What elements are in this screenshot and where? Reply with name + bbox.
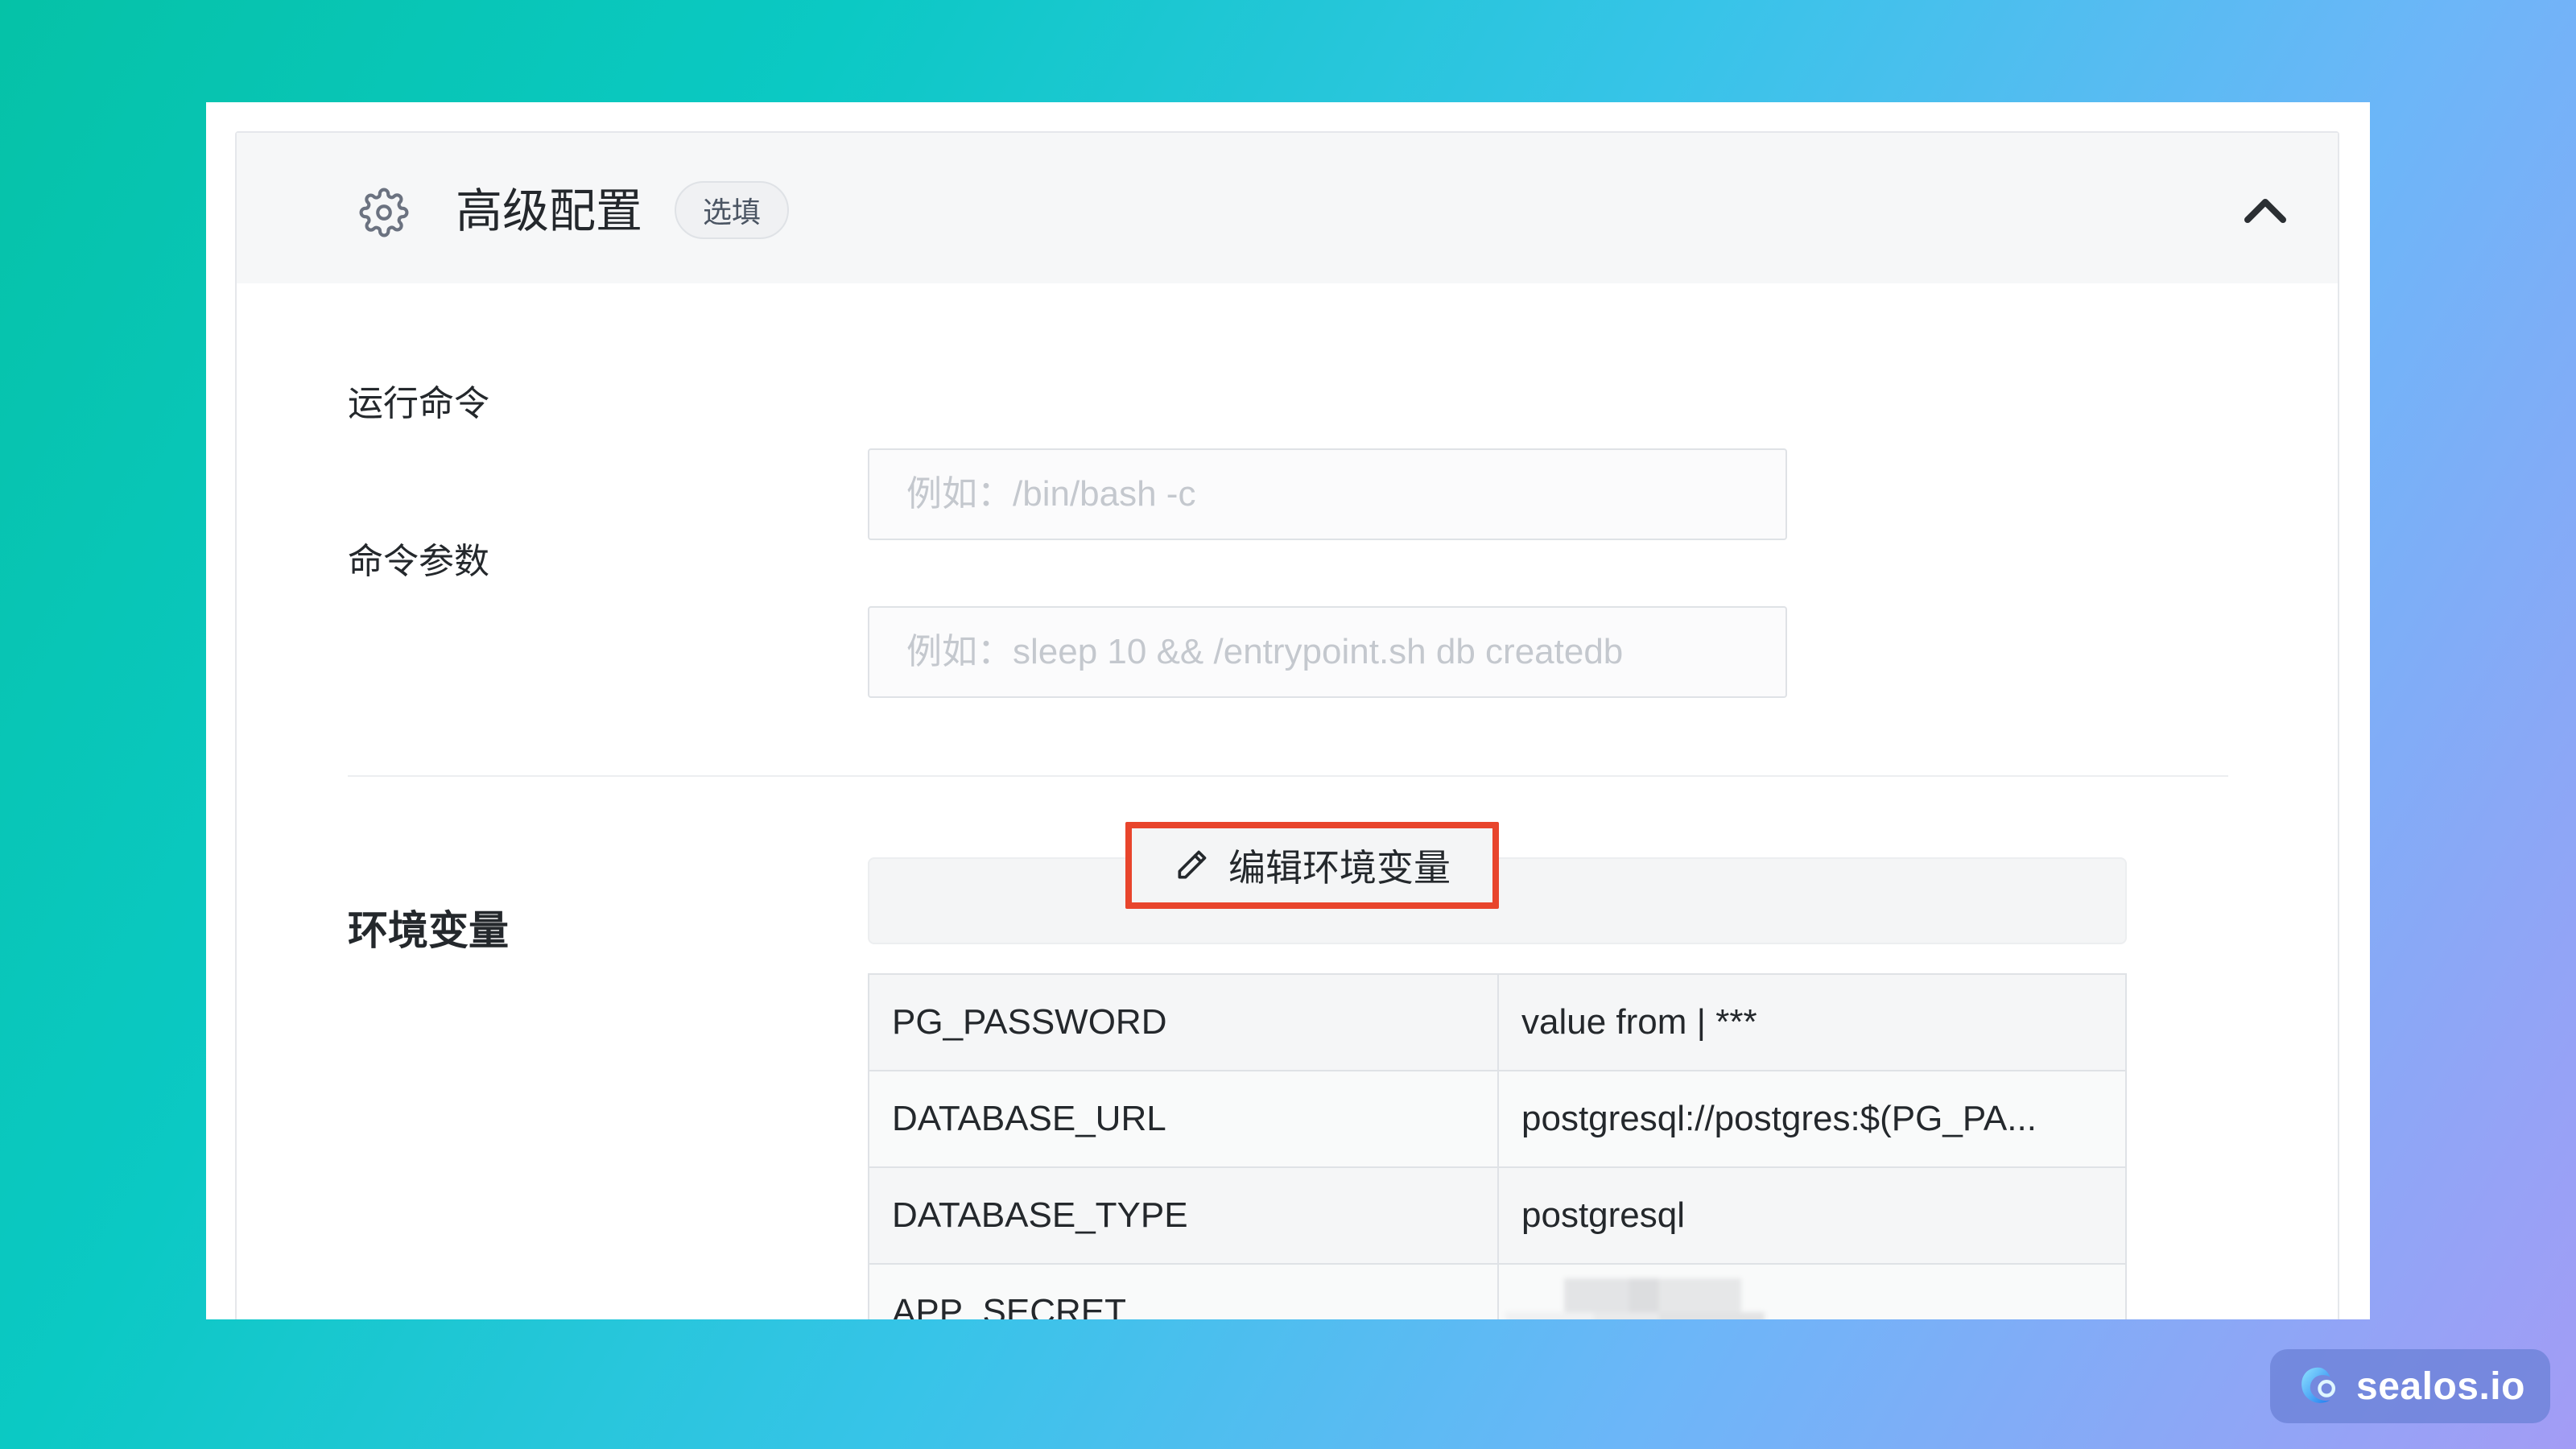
chevron-up-icon[interactable] bbox=[2233, 181, 2297, 237]
env-key: DATABASE_URL bbox=[868, 1070, 1499, 1168]
pencil-icon bbox=[1178, 850, 1207, 879]
env-key: PG_PASSWORD bbox=[868, 973, 1499, 1071]
panel-header[interactable]: 高级配置 选填 bbox=[237, 133, 2338, 283]
env-key: APP_SECRET bbox=[868, 1263, 1499, 1319]
brand-text: sealos.io bbox=[2356, 1364, 2525, 1408]
table-row: PG_PASSWORD value from | *** bbox=[868, 973, 2127, 1071]
run-command-label: 运行命令 bbox=[348, 384, 489, 423]
env-value: postgresql://postgres:$(PG_PA... bbox=[1497, 1070, 2127, 1168]
edit-env-button[interactable]: 编辑环境变量 bbox=[1125, 822, 1499, 909]
command-args-label: 命令参数 bbox=[348, 542, 489, 581]
table-row: DATABASE_TYPE postgresql bbox=[868, 1166, 2127, 1265]
panel-title: 高级配置 bbox=[456, 185, 643, 237]
env-key: DATABASE_TYPE bbox=[868, 1166, 1499, 1265]
page-card: 高级配置 选填 运行命令 命令参数 环境变量 编辑环境变量 PG_PASSWOR… bbox=[206, 102, 2370, 1319]
section-divider bbox=[348, 775, 2228, 777]
run-command-input[interactable] bbox=[868, 448, 1787, 540]
command-args-input[interactable] bbox=[868, 606, 1787, 698]
optional-badge: 选填 bbox=[675, 181, 789, 239]
env-section-title: 环境变量 bbox=[348, 908, 509, 953]
env-table: PG_PASSWORD value from | *** DATABASE_UR… bbox=[868, 973, 2127, 1319]
env-value: value from | *** bbox=[1497, 973, 2127, 1071]
sealos-logo-icon bbox=[2301, 1367, 2336, 1403]
brand-badge: sealos.io bbox=[2270, 1349, 2550, 1423]
advanced-config-panel: 高级配置 选填 运行命令 命令参数 环境变量 编辑环境变量 PG_PASSWOR… bbox=[235, 131, 2339, 1319]
env-value-blurred bbox=[1497, 1263, 2127, 1319]
table-row: DATABASE_URL postgresql://postgres:$(PG_… bbox=[868, 1070, 2127, 1168]
gear-icon bbox=[359, 188, 409, 237]
blurred-secret bbox=[1505, 1278, 1800, 1319]
env-value: postgresql bbox=[1497, 1166, 2127, 1265]
table-row: APP_SECRET bbox=[868, 1263, 2127, 1319]
edit-env-button-label: 编辑环境变量 bbox=[1228, 847, 1451, 889]
